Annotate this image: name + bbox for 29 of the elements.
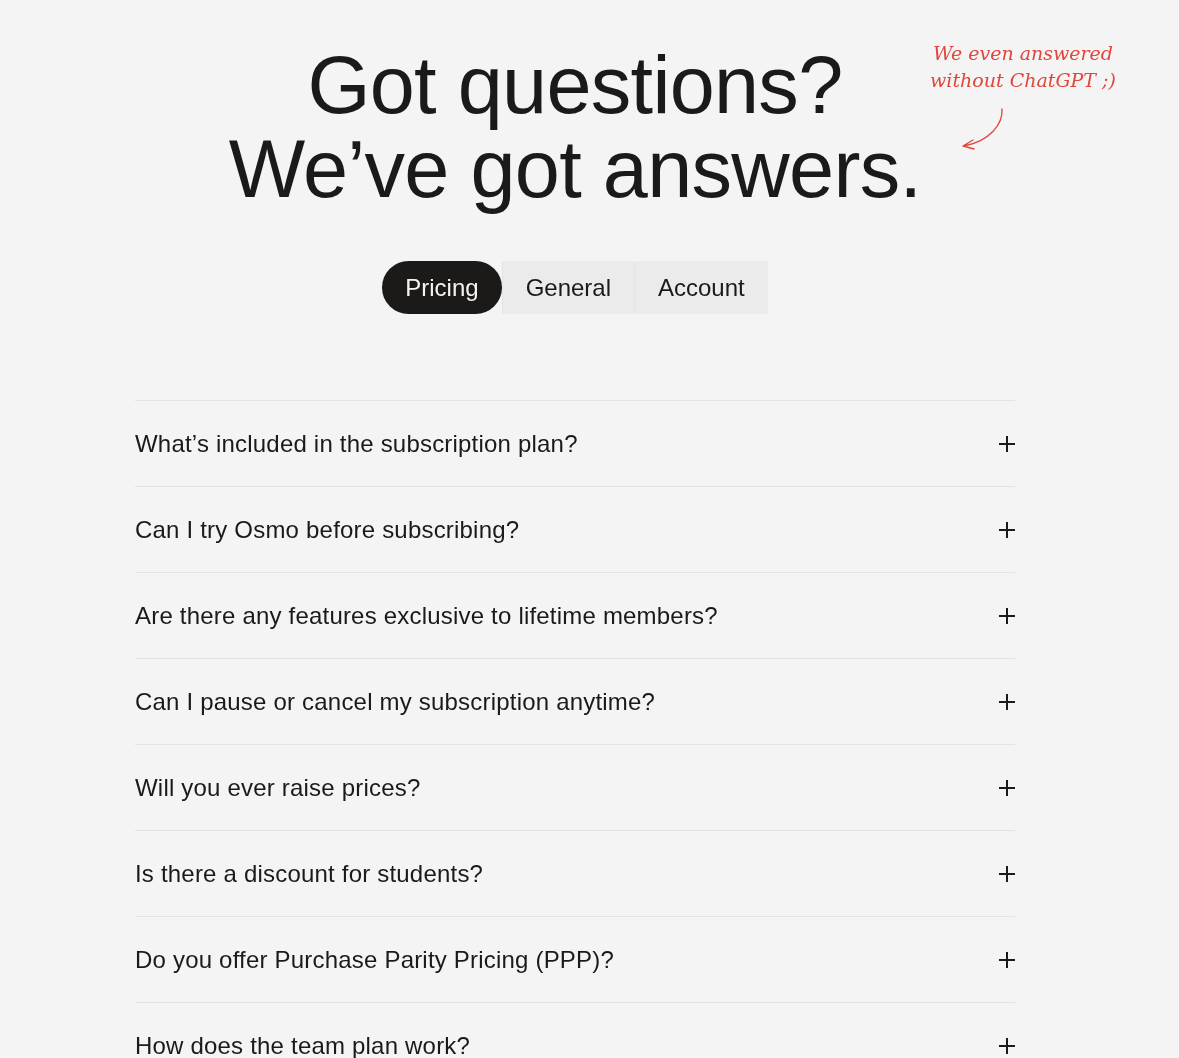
faq-question: Are there any features exclusive to lifetime members? [135,601,718,630]
category-tab[interactable]: Pricing [382,261,502,314]
faq-question: Can I try Osmo before subscribing? [135,515,520,544]
plus-icon[interactable] [999,865,1015,882]
plus-icon[interactable] [999,435,1015,452]
plus-icon[interactable] [999,521,1015,538]
faq-item[interactable]: Do you offer Purchase Parity Pricing (PPP)? [135,916,1015,1002]
faq-question: Can I pause or cancel my subscription anytime? [135,687,656,716]
faq-question: How does the team plan work? [135,1031,471,1058]
faq-question: Do you offer Purchase Parity Pricing (PPP)? [135,945,615,974]
faq-question: What’s included in the subscription plan? [135,429,578,458]
faq-item[interactable]: Can I pause or cancel my subscription anytime? [135,658,1015,744]
handwritten-note: We even answered without ChatGPT ;) [929,41,1117,93]
faq-item[interactable]: How does the team plan work? [135,1002,1015,1058]
faq-item[interactable]: Can I try Osmo before subscribing? [135,486,1015,572]
faq-item[interactable]: Are there any features exclusive to lifetime members? [135,572,1015,658]
faq-item[interactable]: What’s included in the subscription plan? [135,400,1015,486]
category-tab[interactable]: Account [634,261,768,314]
curved-arrow [960,108,1006,150]
faq-item[interactable]: Is there a discount for students? [135,830,1015,916]
category-tab[interactable]: General [501,261,634,314]
plus-icon[interactable] [999,607,1015,624]
plus-icon[interactable] [999,779,1015,796]
faq-question: Will you ever raise prices? [135,773,421,802]
plus-icon[interactable] [999,1037,1015,1054]
plus-icon[interactable] [999,693,1015,710]
plus-icon[interactable] [999,951,1015,968]
faq-item[interactable]: Will you ever raise prices? [135,744,1015,830]
faq-question: Is there a discount for students? [135,859,484,888]
